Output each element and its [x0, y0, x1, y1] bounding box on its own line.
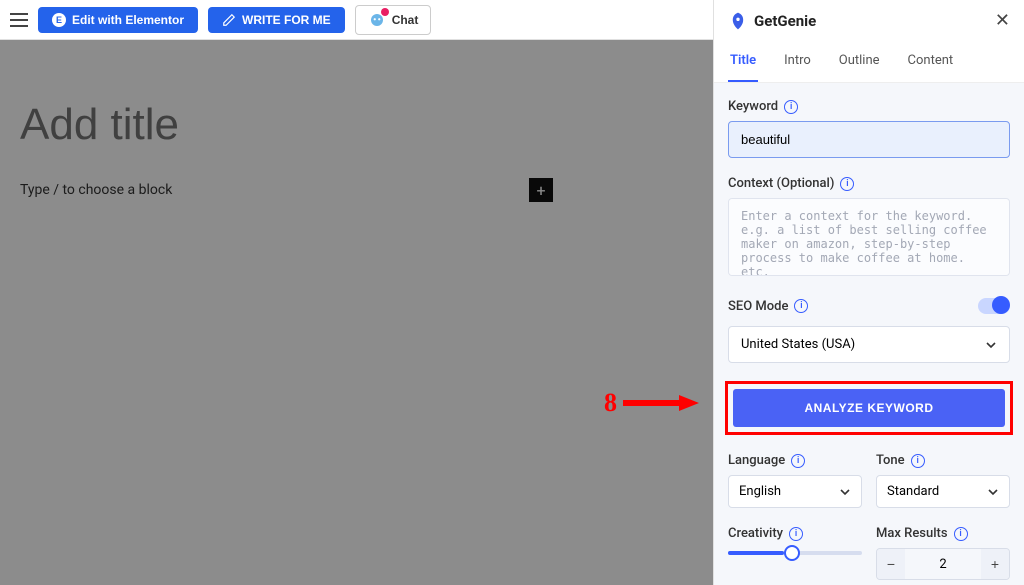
chat-label: Chat — [392, 13, 419, 27]
chat-badge — [381, 8, 389, 16]
tab-title[interactable]: Title — [728, 41, 758, 82]
info-icon[interactable]: i — [789, 527, 803, 541]
chevron-down-icon — [839, 486, 851, 498]
getgenie-sidebar: GetGenie ✕ Title Intro Outline Content K… — [713, 0, 1024, 585]
context-label: Context (Optional) — [728, 176, 834, 191]
country-value: United States (USA) — [741, 337, 855, 352]
analyze-highlight: ANALYZE KEYWORD — [725, 381, 1013, 435]
max-results-stepper[interactable]: − 2 + — [876, 548, 1010, 580]
max-results-label: Max Results — [876, 526, 948, 541]
context-textarea[interactable] — [728, 198, 1010, 276]
tone-label: Tone — [876, 453, 905, 468]
brand: GetGenie — [728, 11, 816, 31]
stepper-minus-button[interactable]: − — [877, 549, 905, 579]
seo-mode-label: SEO Mode — [728, 299, 788, 314]
elementor-label: Edit with Elementor — [72, 13, 184, 27]
brand-logo-icon — [728, 11, 748, 31]
language-label: Language — [728, 453, 785, 468]
post-title-input[interactable] — [20, 100, 693, 150]
stepper-value: 2 — [905, 557, 981, 572]
language-select[interactable]: English — [728, 475, 862, 508]
analyze-keyword-button[interactable]: ANALYZE KEYWORD — [733, 389, 1005, 427]
creativity-label: Creativity — [728, 526, 783, 541]
chevron-down-icon — [985, 339, 997, 351]
menu-toggle[interactable] — [10, 13, 28, 27]
info-icon[interactable]: i — [954, 527, 968, 541]
pen-icon — [222, 13, 236, 27]
add-block-button[interactable]: + — [529, 178, 553, 202]
close-icon[interactable]: ✕ — [995, 10, 1010, 31]
tabs: Title Intro Outline Content — [714, 41, 1024, 83]
info-icon[interactable]: i — [794, 299, 808, 313]
editor-area: Type / to choose a block + — [0, 40, 713, 585]
keyword-input[interactable] — [728, 121, 1010, 158]
tab-outline[interactable]: Outline — [837, 41, 882, 82]
write-label: WRITE FOR ME — [242, 13, 331, 27]
language-value: English — [739, 484, 781, 499]
country-select[interactable]: United States (USA) — [728, 326, 1010, 363]
brand-name: GetGenie — [754, 12, 816, 30]
chevron-down-icon — [987, 486, 999, 498]
tone-select[interactable]: Standard — [876, 475, 1010, 508]
elementor-icon: E — [52, 13, 66, 27]
edit-elementor-button[interactable]: E Edit with Elementor — [38, 7, 198, 33]
tab-content[interactable]: Content — [906, 41, 956, 82]
info-icon[interactable]: i — [911, 454, 925, 468]
slider-fill — [728, 551, 784, 555]
info-icon[interactable]: i — [791, 454, 805, 468]
slider-thumb — [784, 545, 800, 561]
chat-button[interactable]: Chat — [355, 5, 432, 35]
write-for-me-button[interactable]: WRITE FOR ME — [208, 7, 345, 33]
stepper-plus-button[interactable]: + — [981, 549, 1009, 579]
info-icon[interactable]: i — [840, 177, 854, 191]
tab-intro[interactable]: Intro — [782, 41, 813, 82]
toggle-knob — [992, 296, 1010, 314]
tone-value: Standard — [887, 484, 939, 499]
keyword-label: Keyword — [728, 99, 778, 114]
creativity-slider[interactable] — [728, 551, 862, 555]
seo-mode-toggle[interactable] — [978, 298, 1010, 314]
info-icon[interactable]: i — [784, 100, 798, 114]
block-hint: Type / to choose a block — [20, 182, 172, 198]
